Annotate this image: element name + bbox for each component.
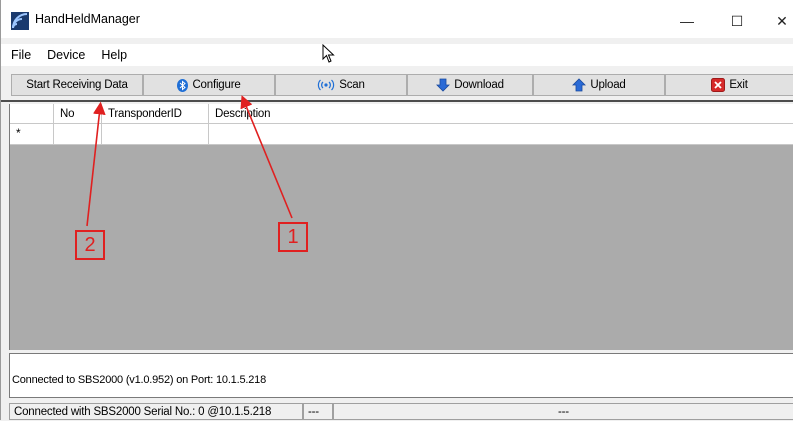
menu-device[interactable]: Device xyxy=(39,48,93,62)
configure-button[interactable]: Configure xyxy=(143,74,275,96)
data-grid[interactable]: No TransponderID Description * xyxy=(9,104,793,350)
exit-icon xyxy=(711,78,726,92)
column-no[interactable]: No xyxy=(54,104,102,124)
status-message: Connected to SBS2000 (v1.0.952) on Port:… xyxy=(12,374,266,386)
upload-button[interactable]: Upload xyxy=(533,74,665,96)
row-header-column[interactable] xyxy=(10,104,54,124)
column-transponder-id[interactable]: TransponderID xyxy=(102,104,209,124)
new-row[interactable]: * xyxy=(10,124,793,145)
wireless-icon xyxy=(318,79,335,91)
app-icon xyxy=(11,12,29,30)
menu-file[interactable]: File xyxy=(1,48,39,62)
download-button[interactable]: Download xyxy=(407,74,533,96)
cursor-icon xyxy=(322,44,335,63)
callout-2: 2 xyxy=(75,230,105,260)
configure-label: Configure xyxy=(192,79,241,91)
column-description[interactable]: Description xyxy=(209,104,793,124)
main-window: HandHeldManager — ☐ ✕ File Device Help S… xyxy=(0,0,793,420)
minimize-button[interactable]: — xyxy=(667,8,707,34)
start-receiving-label: Start Receiving Data xyxy=(26,79,128,91)
scan-button[interactable]: Scan xyxy=(275,74,407,96)
maximize-button[interactable]: ☐ xyxy=(717,8,757,34)
upload-label: Upload xyxy=(590,79,626,91)
status-connection: Connected with SBS2000 Serial No.: 0 @10… xyxy=(9,403,303,420)
cell-description[interactable] xyxy=(209,124,793,144)
row-header-cell[interactable]: * xyxy=(10,124,54,144)
exit-button[interactable]: Exit xyxy=(665,74,793,96)
download-label: Download xyxy=(454,79,504,91)
callout-1: 1 xyxy=(278,222,308,252)
window-title: HandHeldManager xyxy=(35,12,140,26)
download-arrow-icon xyxy=(436,78,451,92)
close-button[interactable]: ✕ xyxy=(762,8,793,34)
bluetooth-icon xyxy=(177,78,189,92)
menu-bar: File Device Help xyxy=(1,44,793,66)
new-row-marker: * xyxy=(16,126,21,140)
cell-no[interactable] xyxy=(54,124,102,144)
status-panel-3: --- xyxy=(333,403,793,420)
status-bar: Connected with SBS2000 Serial No.: 0 @10… xyxy=(1,402,793,420)
status-textbox[interactable]: Connected to SBS2000 (v1.0.952) on Port:… xyxy=(9,353,793,398)
scan-label: Scan xyxy=(339,79,365,91)
cell-transponder-id[interactable] xyxy=(102,124,209,144)
start-receiving-button[interactable]: Start Receiving Data xyxy=(11,74,143,96)
upload-arrow-icon xyxy=(572,78,587,92)
toolbar: Start Receiving Data Configure Scan Down… xyxy=(1,68,793,102)
status-panel-2: --- xyxy=(303,403,333,420)
exit-label: Exit xyxy=(729,79,748,91)
grid-header: No TransponderID Description xyxy=(10,104,793,124)
title-bar: HandHeldManager — ☐ ✕ xyxy=(1,0,793,38)
menu-help[interactable]: Help xyxy=(93,48,135,62)
